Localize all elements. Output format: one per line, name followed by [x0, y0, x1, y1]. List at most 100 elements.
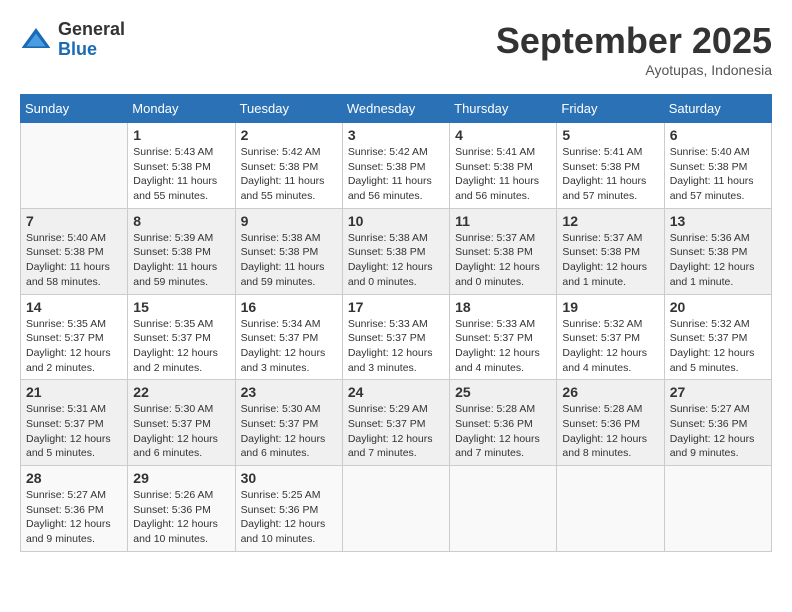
calendar-cell: 17 Sunrise: 5:33 AM Sunset: 5:37 PM Dayli… [342, 294, 449, 380]
calendar-cell: 22 Sunrise: 5:30 AM Sunset: 5:37 PM Dayli… [128, 380, 235, 466]
day-number: 26 [562, 384, 658, 400]
day-info: Sunrise: 5:39 AM Sunset: 5:38 PM Dayligh… [133, 231, 229, 290]
day-number: 7 [26, 213, 122, 229]
day-number: 13 [670, 213, 766, 229]
calendar-cell: 1 Sunrise: 5:43 AM Sunset: 5:38 PM Daylig… [128, 123, 235, 209]
day-number: 28 [26, 470, 122, 486]
calendar-cell: 5 Sunrise: 5:41 AM Sunset: 5:38 PM Daylig… [557, 123, 664, 209]
day-info: Sunrise: 5:28 AM Sunset: 5:36 PM Dayligh… [562, 402, 658, 461]
calendar-cell: 19 Sunrise: 5:32 AM Sunset: 5:37 PM Dayli… [557, 294, 664, 380]
location-subtitle: Ayotupas, Indonesia [496, 62, 772, 78]
day-number: 6 [670, 127, 766, 143]
day-info: Sunrise: 5:25 AM Sunset: 5:36 PM Dayligh… [241, 488, 337, 547]
day-info: Sunrise: 5:41 AM Sunset: 5:38 PM Dayligh… [562, 145, 658, 204]
day-info: Sunrise: 5:30 AM Sunset: 5:37 PM Dayligh… [241, 402, 337, 461]
day-number: 16 [241, 299, 337, 315]
calendar-table: SundayMondayTuesdayWednesdayThursdayFrid… [20, 94, 772, 552]
day-info: Sunrise: 5:29 AM Sunset: 5:37 PM Dayligh… [348, 402, 444, 461]
day-number: 5 [562, 127, 658, 143]
calendar-cell: 18 Sunrise: 5:33 AM Sunset: 5:37 PM Dayli… [450, 294, 557, 380]
calendar-cell: 6 Sunrise: 5:40 AM Sunset: 5:38 PM Daylig… [664, 123, 771, 209]
calendar-cell: 9 Sunrise: 5:38 AM Sunset: 5:38 PM Daylig… [235, 208, 342, 294]
calendar-cell [21, 123, 128, 209]
logo: General Blue [20, 20, 125, 60]
day-number: 14 [26, 299, 122, 315]
logo-text: General Blue [58, 20, 125, 60]
calendar-header-row: SundayMondayTuesdayWednesdayThursdayFrid… [21, 95, 772, 123]
weekday-header-wednesday: Wednesday [342, 95, 449, 123]
weekday-header-tuesday: Tuesday [235, 95, 342, 123]
day-number: 29 [133, 470, 229, 486]
day-number: 21 [26, 384, 122, 400]
calendar-cell: 29 Sunrise: 5:26 AM Sunset: 5:36 PM Dayli… [128, 466, 235, 552]
day-info: Sunrise: 5:42 AM Sunset: 5:38 PM Dayligh… [241, 145, 337, 204]
day-number: 24 [348, 384, 444, 400]
weekday-header-sunday: Sunday [21, 95, 128, 123]
month-title: September 2025 [496, 20, 772, 62]
day-info: Sunrise: 5:43 AM Sunset: 5:38 PM Dayligh… [133, 145, 229, 204]
day-number: 9 [241, 213, 337, 229]
day-number: 17 [348, 299, 444, 315]
day-info: Sunrise: 5:33 AM Sunset: 5:37 PM Dayligh… [348, 317, 444, 376]
calendar-cell: 28 Sunrise: 5:27 AM Sunset: 5:36 PM Dayli… [21, 466, 128, 552]
day-number: 22 [133, 384, 229, 400]
day-info: Sunrise: 5:36 AM Sunset: 5:38 PM Dayligh… [670, 231, 766, 290]
title-block: September 2025 Ayotupas, Indonesia [496, 20, 772, 78]
day-info: Sunrise: 5:35 AM Sunset: 5:37 PM Dayligh… [26, 317, 122, 376]
calendar-cell: 7Sunrise: 5:40 AM Sunset: 5:38 PM Daylig… [21, 208, 128, 294]
day-info: Sunrise: 5:35 AM Sunset: 5:37 PM Dayligh… [133, 317, 229, 376]
day-info: Sunrise: 5:32 AM Sunset: 5:37 PM Dayligh… [670, 317, 766, 376]
day-info: Sunrise: 5:28 AM Sunset: 5:36 PM Dayligh… [455, 402, 551, 461]
calendar-cell: 3 Sunrise: 5:42 AM Sunset: 5:38 PM Daylig… [342, 123, 449, 209]
weekday-header-friday: Friday [557, 95, 664, 123]
calendar-cell: 23Sunrise: 5:30 AM Sunset: 5:37 PM Dayli… [235, 380, 342, 466]
calendar-cell: 16 Sunrise: 5:34 AM Sunset: 5:37 PM Dayli… [235, 294, 342, 380]
day-info: Sunrise: 5:27 AM Sunset: 5:36 PM Dayligh… [26, 488, 122, 547]
calendar-cell: 8 Sunrise: 5:39 AM Sunset: 5:38 PM Daylig… [128, 208, 235, 294]
day-number: 3 [348, 127, 444, 143]
day-number: 18 [455, 299, 551, 315]
calendar-cell [664, 466, 771, 552]
calendar-week-row: 21Sunrise: 5:31 AM Sunset: 5:37 PM Dayli… [21, 380, 772, 466]
day-info: Sunrise: 5:37 AM Sunset: 5:38 PM Dayligh… [455, 231, 551, 290]
logo-general: General [58, 20, 125, 40]
day-info: Sunrise: 5:33 AM Sunset: 5:37 PM Dayligh… [455, 317, 551, 376]
day-number: 1 [133, 127, 229, 143]
day-number: 2 [241, 127, 337, 143]
calendar-cell: 27 Sunrise: 5:27 AM Sunset: 5:36 PM Dayli… [664, 380, 771, 466]
logo-icon [20, 24, 52, 56]
day-info: Sunrise: 5:27 AM Sunset: 5:36 PM Dayligh… [670, 402, 766, 461]
day-info: Sunrise: 5:38 AM Sunset: 5:38 PM Dayligh… [241, 231, 337, 290]
day-number: 20 [670, 299, 766, 315]
calendar-cell: 25Sunrise: 5:28 AM Sunset: 5:36 PM Dayli… [450, 380, 557, 466]
calendar-cell: 30 Sunrise: 5:25 AM Sunset: 5:36 PM Dayli… [235, 466, 342, 552]
day-number: 19 [562, 299, 658, 315]
calendar-week-row: 14 Sunrise: 5:35 AM Sunset: 5:37 PM Dayli… [21, 294, 772, 380]
day-info: Sunrise: 5:40 AM Sunset: 5:38 PM Dayligh… [670, 145, 766, 204]
page-header: General Blue September 2025 Ayotupas, In… [20, 20, 772, 78]
day-info: Sunrise: 5:26 AM Sunset: 5:36 PM Dayligh… [133, 488, 229, 547]
weekday-header-saturday: Saturday [664, 95, 771, 123]
day-number: 8 [133, 213, 229, 229]
day-number: 27 [670, 384, 766, 400]
calendar-cell: 20 Sunrise: 5:32 AM Sunset: 5:37 PM Dayli… [664, 294, 771, 380]
calendar-cell: 24 Sunrise: 5:29 AM Sunset: 5:37 PM Dayli… [342, 380, 449, 466]
day-number: 15 [133, 299, 229, 315]
day-info: Sunrise: 5:32 AM Sunset: 5:37 PM Dayligh… [562, 317, 658, 376]
day-number: 30 [241, 470, 337, 486]
day-info: Sunrise: 5:34 AM Sunset: 5:37 PM Dayligh… [241, 317, 337, 376]
day-info: Sunrise: 5:38 AM Sunset: 5:38 PM Dayligh… [348, 231, 444, 290]
calendar-cell: 26 Sunrise: 5:28 AM Sunset: 5:36 PM Dayli… [557, 380, 664, 466]
day-info: Sunrise: 5:30 AM Sunset: 5:37 PM Dayligh… [133, 402, 229, 461]
calendar-cell [557, 466, 664, 552]
calendar-cell: 4Sunrise: 5:41 AM Sunset: 5:38 PM Daylig… [450, 123, 557, 209]
calendar-cell: 10Sunrise: 5:38 AM Sunset: 5:38 PM Dayli… [342, 208, 449, 294]
day-info: Sunrise: 5:42 AM Sunset: 5:38 PM Dayligh… [348, 145, 444, 204]
calendar-cell: 21Sunrise: 5:31 AM Sunset: 5:37 PM Dayli… [21, 380, 128, 466]
calendar-week-row: 1 Sunrise: 5:43 AM Sunset: 5:38 PM Daylig… [21, 123, 772, 209]
calendar-cell: 13 Sunrise: 5:36 AM Sunset: 5:38 PM Dayli… [664, 208, 771, 294]
calendar-week-row: 7Sunrise: 5:40 AM Sunset: 5:38 PM Daylig… [21, 208, 772, 294]
calendar-cell: 14 Sunrise: 5:35 AM Sunset: 5:37 PM Dayli… [21, 294, 128, 380]
calendar-cell: 11Sunrise: 5:37 AM Sunset: 5:38 PM Dayli… [450, 208, 557, 294]
calendar-cell: 12Sunrise: 5:37 AM Sunset: 5:38 PM Dayli… [557, 208, 664, 294]
